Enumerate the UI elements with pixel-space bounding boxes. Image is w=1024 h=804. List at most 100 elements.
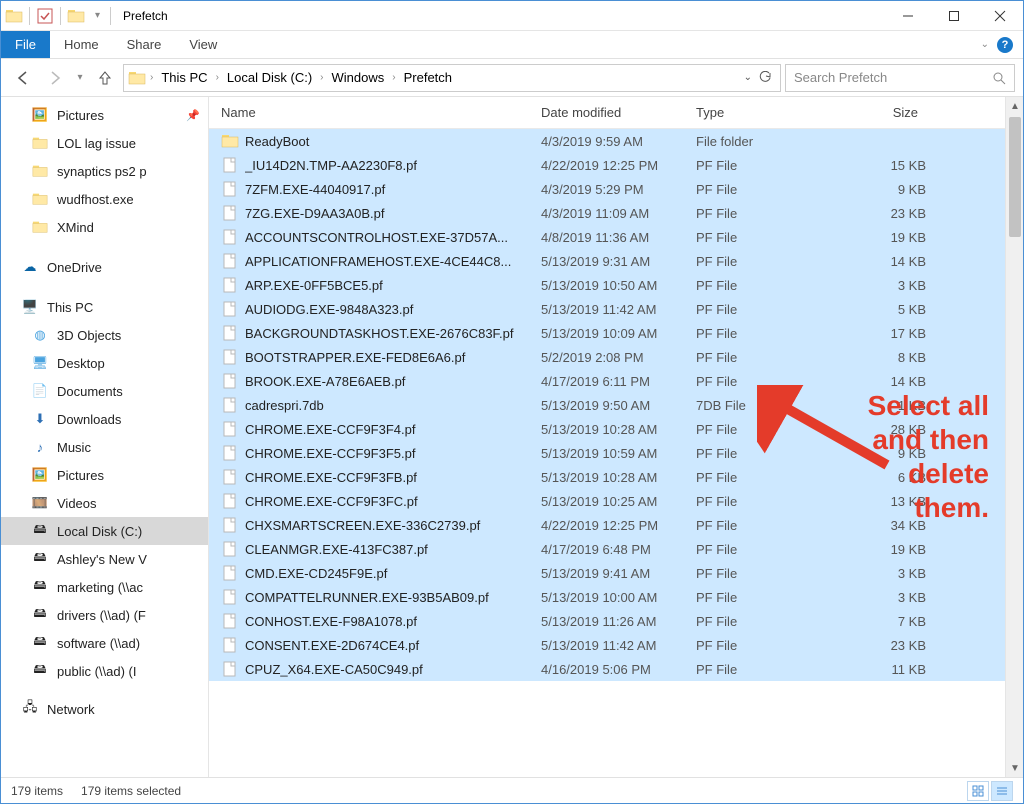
up-button[interactable] — [91, 64, 119, 92]
file-type: PF File — [696, 326, 836, 341]
navitem-desktop[interactable]: 🖥Desktop — [1, 349, 208, 377]
navitem-ashley[interactable]: 🖴Ashley's New V — [1, 545, 208, 573]
file-row[interactable]: CONSENT.EXE-2D674CE4.pf5/13/2019 11:42 A… — [209, 633, 1005, 657]
navitem-public[interactable]: 🖴public (\\ad) (I — [1, 657, 208, 685]
file-date: 4/3/2019 11:09 AM — [541, 206, 696, 221]
chevron-right-icon[interactable]: › — [318, 72, 325, 83]
file-row[interactable]: cadrespri.7db5/13/2019 9:50 AM7DB File1 … — [209, 393, 1005, 417]
file-icon — [221, 156, 239, 174]
view-details-button[interactable] — [991, 781, 1013, 801]
column-name[interactable]: Name — [221, 105, 541, 120]
file-row[interactable]: COMPATTELRUNNER.EXE-93B5AB09.pf5/13/2019… — [209, 585, 1005, 609]
file-name: CPUZ_X64.EXE-CA50C949.pf — [245, 662, 541, 677]
navitem-music[interactable]: ♪Music — [1, 433, 208, 461]
file-row[interactable]: CHROME.EXE-CCF9F3FB.pf5/13/2019 10:28 AM… — [209, 465, 1005, 489]
tab-view[interactable]: View — [175, 31, 231, 58]
crumb-prefetch[interactable]: Prefetch — [400, 70, 456, 85]
navitem-3dobjects[interactable]: ◍3D Objects — [1, 321, 208, 349]
column-type[interactable]: Type — [696, 105, 836, 120]
navitem-pictures2[interactable]: 🖼️Pictures — [1, 461, 208, 489]
file-row[interactable]: CHROME.EXE-CCF9F3FC.pf5/13/2019 10:25 AM… — [209, 489, 1005, 513]
file-row[interactable]: CPUZ_X64.EXE-CA50C949.pf4/16/2019 5:06 P… — [209, 657, 1005, 681]
chevron-right-icon[interactable]: › — [148, 72, 155, 83]
content-pane: Name Date modified Type Size ReadyBoot4/… — [209, 97, 1023, 777]
vertical-scrollbar[interactable]: ▲ ▼ — [1005, 97, 1023, 777]
forward-button[interactable] — [41, 64, 69, 92]
file-name: CLEANMGR.EXE-413FC387.pf — [245, 542, 541, 557]
qat-dropdown-icon[interactable]: ▾ — [91, 10, 104, 21]
tab-home[interactable]: Home — [50, 31, 113, 58]
column-date[interactable]: Date modified — [541, 105, 696, 120]
chevron-right-icon[interactable]: › — [214, 72, 221, 83]
scroll-down-icon[interactable]: ▼ — [1006, 759, 1024, 777]
close-button[interactable] — [977, 1, 1023, 31]
file-row[interactable]: 7ZG.EXE-D9AA3A0B.pf4/3/2019 11:09 AMPF F… — [209, 201, 1005, 225]
qat-properties-icon[interactable] — [36, 7, 54, 25]
file-row[interactable]: CLEANMGR.EXE-413FC387.pf4/17/2019 6:48 P… — [209, 537, 1005, 561]
crumb-thispc[interactable]: This PC — [157, 70, 211, 85]
file-name: CONHOST.EXE-F98A1078.pf — [245, 614, 541, 629]
minimize-button[interactable] — [885, 1, 931, 31]
file-row[interactable]: BOOTSTRAPPER.EXE-FED8E6A6.pf5/2/2019 2:0… — [209, 345, 1005, 369]
maximize-button[interactable] — [931, 1, 977, 31]
file-date: 4/3/2019 5:29 PM — [541, 182, 696, 197]
file-type: 7DB File — [696, 398, 836, 413]
navitem-wudfhost[interactable]: wudfhost.exe — [1, 185, 208, 213]
3dobjects-icon: ◍ — [31, 326, 49, 344]
help-icon[interactable]: ? — [997, 37, 1013, 53]
navitem-thispc[interactable]: 🖥️This PC — [1, 293, 208, 321]
file-icon — [221, 420, 239, 438]
file-row[interactable]: 7ZFM.EXE-44040917.pf4/3/2019 5:29 PMPF F… — [209, 177, 1005, 201]
navigation-pane: 🖼️Pictures📌 LOL lag issue synaptics ps2 … — [1, 97, 209, 777]
back-button[interactable] — [9, 64, 37, 92]
navitem-drivers[interactable]: 🖴drivers (\\ad) (F — [1, 601, 208, 629]
file-size: 13 KB — [836, 494, 926, 509]
file-row[interactable]: CMD.EXE-CD245F9E.pf5/13/2019 9:41 AMPF F… — [209, 561, 1005, 585]
file-row[interactable]: BROOK.EXE-A78E6AEB.pf4/17/2019 6:11 PMPF… — [209, 369, 1005, 393]
file-row[interactable]: APPLICATIONFRAMEHOST.EXE-4CE44C8...5/13/… — [209, 249, 1005, 273]
file-name: BACKGROUNDTASKHOST.EXE-2676C83F.pf — [245, 326, 541, 341]
tab-file[interactable]: File — [1, 31, 50, 58]
column-size[interactable]: Size — [836, 105, 926, 120]
file-row[interactable]: CHXSMARTSCREEN.EXE-336C2739.pf4/22/2019 … — [209, 513, 1005, 537]
scrollbar-thumb[interactable] — [1009, 117, 1021, 237]
navitem-synaptics[interactable]: synaptics ps2 p — [1, 157, 208, 185]
file-row[interactable]: CONHOST.EXE-F98A1078.pf5/13/2019 11:26 A… — [209, 609, 1005, 633]
file-icon — [221, 252, 239, 270]
file-row[interactable]: _IU14D2N.TMP-AA2230F8.pf4/22/2019 12:25 … — [209, 153, 1005, 177]
navitem-onedrive[interactable]: ☁OneDrive — [1, 253, 208, 281]
tab-share[interactable]: Share — [113, 31, 176, 58]
chevron-right-icon[interactable]: › — [390, 72, 397, 83]
file-row[interactable]: CHROME.EXE-CCF9F3F5.pf5/13/2019 10:59 AM… — [209, 441, 1005, 465]
view-thumbnails-button[interactable] — [967, 781, 989, 801]
navitem-documents[interactable]: 📄Documents — [1, 377, 208, 405]
navitem-xmind[interactable]: XMind — [1, 213, 208, 241]
navitem-marketing[interactable]: 🖴marketing (\\ac — [1, 573, 208, 601]
file-date: 4/22/2019 12:25 PM — [541, 158, 696, 173]
file-row[interactable]: BACKGROUNDTASKHOST.EXE-2676C83F.pf5/13/2… — [209, 321, 1005, 345]
address-bar[interactable]: › This PC › Local Disk (C:) › Windows › … — [123, 64, 781, 92]
address-dropdown-icon[interactable]: ⌄ — [744, 72, 752, 83]
file-row[interactable]: ReadyBoot4/3/2019 9:59 AMFile folder — [209, 129, 1005, 153]
navitem-software[interactable]: 🖴software (\\ad) — [1, 629, 208, 657]
navitem-network[interactable]: 🖧Network — [1, 695, 208, 723]
crumb-localdisk[interactable]: Local Disk (C:) — [223, 70, 316, 85]
file-row[interactable]: ARP.EXE-0FF5BCE5.pf5/13/2019 10:50 AMPF … — [209, 273, 1005, 297]
navitem-pictures[interactable]: 🖼️Pictures📌 — [1, 101, 208, 129]
file-row[interactable]: ACCOUNTSCONTROLHOST.EXE-37D57A...4/8/201… — [209, 225, 1005, 249]
search-input[interactable]: Search Prefetch — [785, 64, 1015, 92]
refresh-icon[interactable] — [758, 71, 772, 85]
file-row[interactable]: AUDIODG.EXE-9848A323.pf5/13/2019 11:42 A… — [209, 297, 1005, 321]
navitem-localdisk[interactable]: 🖴Local Disk (C:) — [1, 517, 208, 545]
navitem-downloads[interactable]: ⬇Downloads — [1, 405, 208, 433]
recent-dropdown[interactable]: ▾ — [73, 64, 87, 92]
navitem-lol[interactable]: LOL lag issue — [1, 129, 208, 157]
navitem-videos[interactable]: 🎞️Videos — [1, 489, 208, 517]
qat-newfolder-icon[interactable] — [67, 7, 85, 25]
scroll-up-icon[interactable]: ▲ — [1006, 97, 1024, 115]
file-size: 19 KB — [836, 542, 926, 557]
file-type: PF File — [696, 278, 836, 293]
crumb-windows[interactable]: Windows — [328, 70, 389, 85]
ribbon-expand-icon[interactable]: ⌄ — [981, 39, 989, 50]
file-row[interactable]: CHROME.EXE-CCF9F3F4.pf5/13/2019 10:28 AM… — [209, 417, 1005, 441]
